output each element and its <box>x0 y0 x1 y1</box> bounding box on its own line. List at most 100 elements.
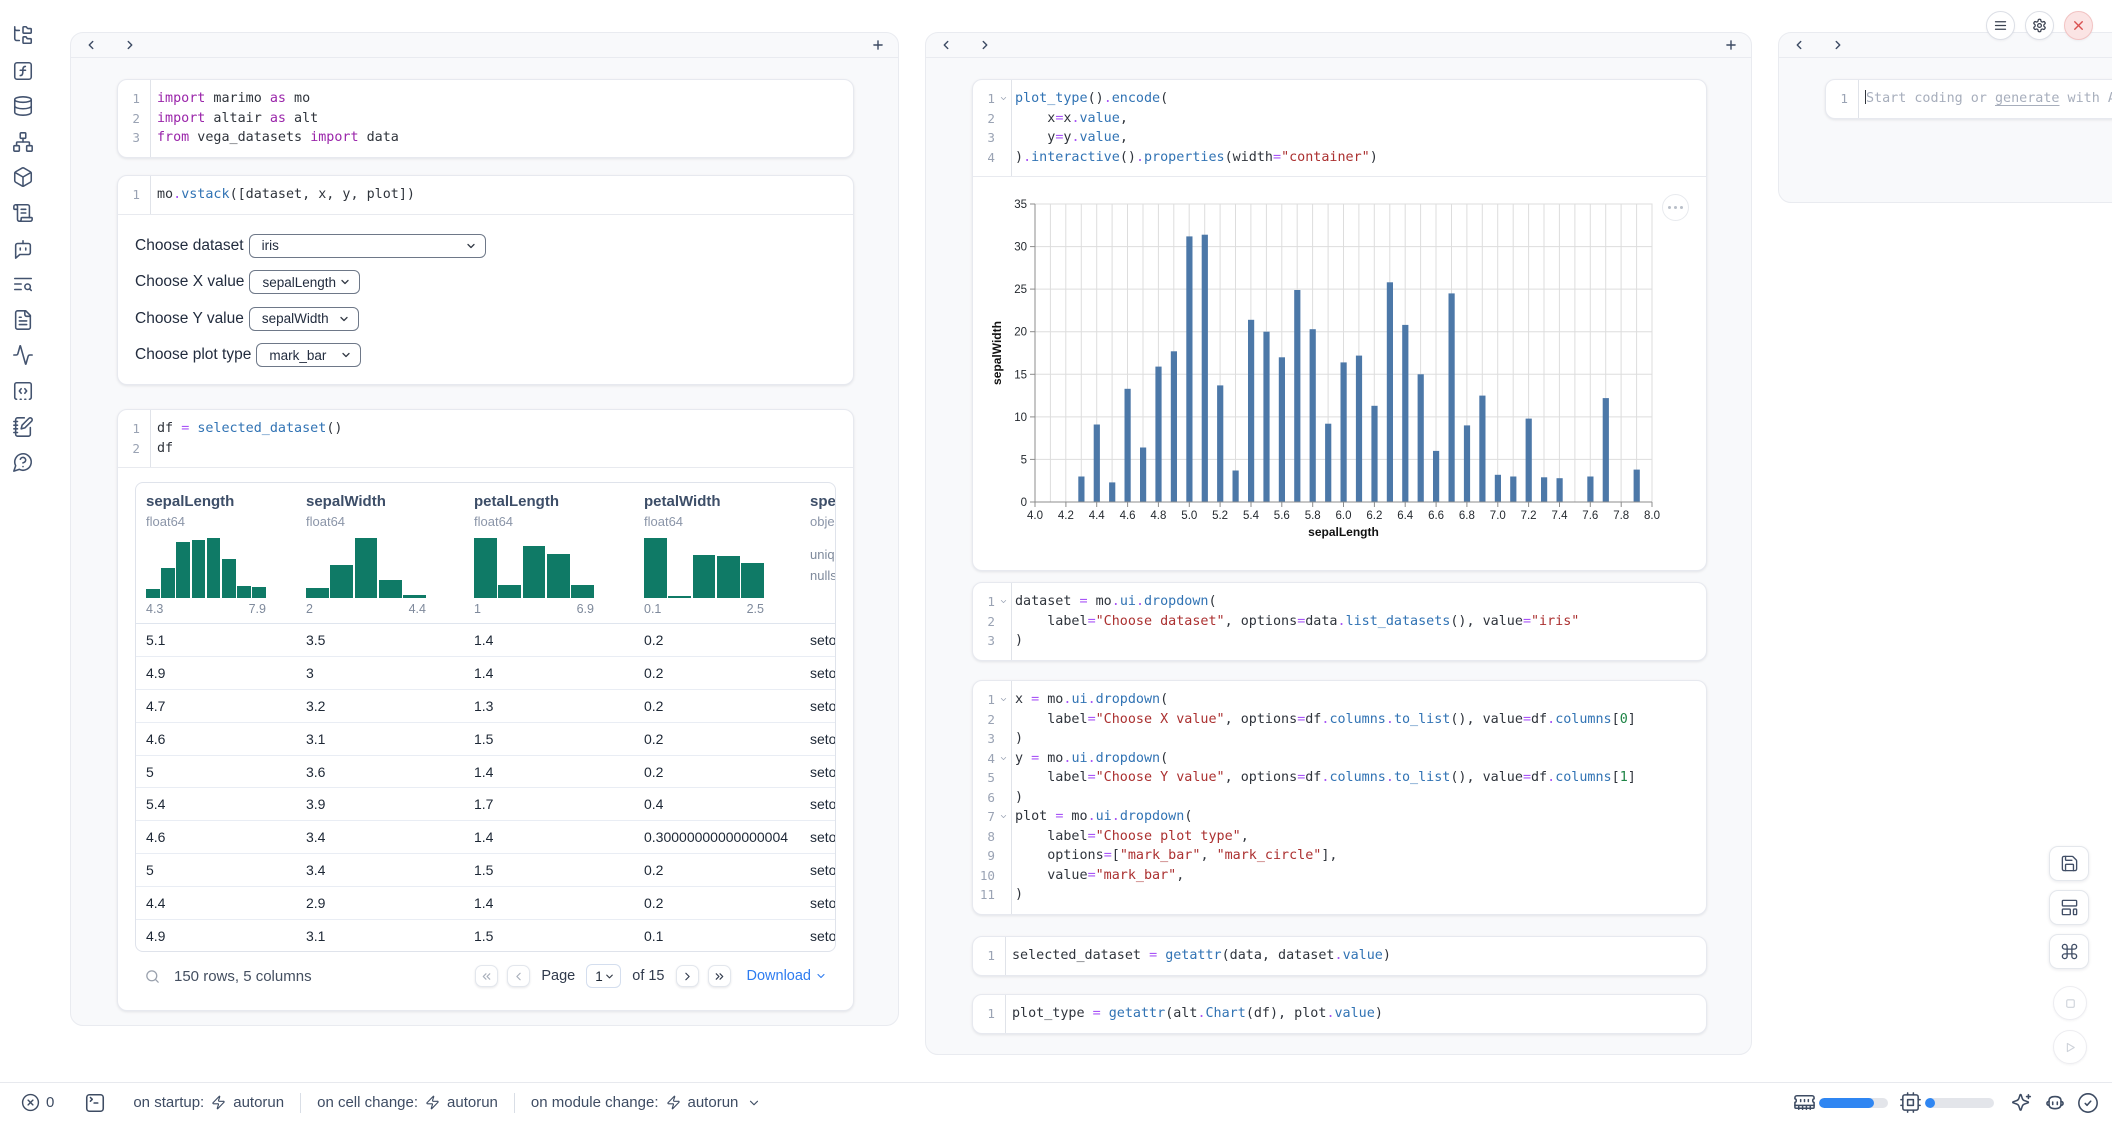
download-button[interactable]: Download <box>747 968 828 984</box>
errors-indicator[interactable]: 0 <box>21 1093 54 1112</box>
code-editor[interactable]: 1df = selected_dataset()2df <box>118 410 853 467</box>
code-editor[interactable]: 1import marimo as mo2import altair as al… <box>118 80 853 157</box>
table-row[interactable]: 4.93.11.50.1setosa <box>136 920 835 952</box>
code-text: ) <box>1012 631 1023 651</box>
table-column-header[interactable]: petalLengthfloat6416.9 <box>474 483 634 616</box>
generate-with-ai-link[interactable]: generate <box>1995 91 2060 106</box>
code-editor[interactable]: 1mo.vstack([dataset, x, y, plot]) <box>118 176 853 214</box>
run-button[interactable] <box>2053 1030 2087 1064</box>
vega-bar-chart[interactable]: 4.04.24.44.64.85.05.25.45.65.86.06.26.46… <box>990 192 1662 554</box>
snippets-code-icon[interactable] <box>12 380 34 402</box>
shutdown-button[interactable] <box>2064 11 2093 40</box>
database-icon[interactable] <box>12 95 34 117</box>
table-cell: 0.4 <box>644 788 663 820</box>
chat-bot-icon[interactable] <box>12 238 34 260</box>
notebook-cell-plot: 1plot_type().encode(2 x=x.value,3 y=y.va… <box>972 79 1707 571</box>
column-left-icon[interactable] <box>84 38 98 52</box>
table-column-header[interactable]: petalWidthfloat640.12.5 <box>644 483 804 616</box>
dropdown-select[interactable]: mark_bar <box>256 343 361 367</box>
table-row[interactable]: 53.41.50.2setosa <box>136 854 835 887</box>
table-row[interactable]: 5.43.91.70.4setosa <box>136 788 835 821</box>
prev-page-button[interactable] <box>507 965 530 987</box>
search-icon[interactable] <box>144 968 161 985</box>
code-editor[interactable]: 1plot_type = getattr(alt.Chart(df), plot… <box>973 995 1706 1033</box>
column-right-icon[interactable] <box>978 38 992 52</box>
on-startup-setting[interactable]: on startup: autorun <box>133 1094 284 1111</box>
logs-scroll-icon[interactable] <box>12 202 34 224</box>
notebook-cell-empty: 1Start coding or generate with AI <box>1825 79 2112 119</box>
packages-box-icon[interactable] <box>12 166 34 188</box>
fold-chevron-icon[interactable] <box>995 807 1011 827</box>
code-editor[interactable]: 1dataset = mo.ui.dropdown(2 label="Choos… <box>973 583 1706 660</box>
table-column-header[interactable]: sepalLengthfloat644.37.9 <box>146 483 306 616</box>
dropdown-select[interactable]: sepalWidth <box>249 307 359 331</box>
last-page-button[interactable] <box>708 965 731 987</box>
table-column-header[interactable]: speciesobjectunique:nulls: <box>810 483 836 586</box>
table-row[interactable]: 4.63.41.40.30000000000000004setosa <box>136 821 835 854</box>
table-cell: 4.7 <box>146 690 165 722</box>
on-module-change-setting[interactable]: on module change: autorun <box>531 1094 761 1111</box>
fold-chevron-icon[interactable] <box>995 749 1011 769</box>
terminal-button[interactable] <box>84 1092 106 1114</box>
save-icon <box>2060 854 2079 873</box>
first-page-button[interactable] <box>475 965 498 987</box>
column-left-icon[interactable] <box>1792 38 1806 52</box>
fold-chevron-icon[interactable] <box>995 592 1011 612</box>
column-histogram <box>146 538 266 598</box>
help-circle-icon[interactable] <box>12 451 34 473</box>
column-right-icon[interactable] <box>1831 38 1845 52</box>
table-row[interactable]: 4.42.91.40.2setosa <box>136 887 835 920</box>
layout-button[interactable] <box>2049 890 2089 925</box>
code-editor[interactable]: 1plot_type().encode(2 x=x.value,3 y=y.va… <box>973 80 1706 176</box>
column-left-icon[interactable] <box>939 38 953 52</box>
table-row[interactable]: 53.61.40.2setosa <box>136 756 835 789</box>
function-square-icon[interactable] <box>12 60 34 82</box>
next-page-button[interactable] <box>676 965 699 987</box>
table-cell: setosa <box>810 854 836 886</box>
check-circle-icon <box>2077 1092 2099 1114</box>
dropdown-select[interactable]: sepalLength <box>249 270 360 294</box>
table-row[interactable]: 5.13.51.40.2setosa <box>136 624 835 657</box>
scratchpad-notebook-icon[interactable] <box>12 416 34 438</box>
text-search-icon[interactable] <box>12 273 34 295</box>
table-row[interactable]: 4.931.40.2setosa <box>136 657 835 690</box>
table-column-header[interactable]: sepalWidthfloat6424.4 <box>306 483 466 616</box>
save-button[interactable] <box>2049 846 2089 881</box>
ai-assist-button[interactable] <box>2011 1092 2033 1114</box>
copilot-button[interactable] <box>2044 1092 2066 1114</box>
file-tree-icon[interactable] <box>12 24 34 46</box>
fold-chevron-icon[interactable] <box>995 690 1011 710</box>
marimo-app: 1import marimo as mo2import altair as al… <box>0 0 2112 1122</box>
column-right-icon[interactable] <box>123 38 137 52</box>
settings-button[interactable] <box>2025 11 2054 40</box>
table-row[interactable]: 4.73.21.30.2setosa <box>136 690 835 723</box>
table-row[interactable]: 4.63.11.50.2setosa <box>136 723 835 756</box>
command-palette-button[interactable] <box>2049 934 2089 969</box>
memory-gauge[interactable] <box>1793 1091 1888 1114</box>
connection-status-button[interactable] <box>2077 1092 2099 1114</box>
add-column-icon[interactable] <box>871 38 885 52</box>
code-text: dataset = mo.ui.dropdown( <box>1012 592 1217 612</box>
table-cell: 5.4 <box>146 788 165 820</box>
menu-button[interactable] <box>1986 11 2015 40</box>
fold-chevron-icon[interactable] <box>995 89 1011 109</box>
page-select[interactable]: 1 <box>586 964 621 988</box>
code-editor[interactable]: 1Start coding or generate with AI <box>1826 80 2112 118</box>
code-line: 4).interactive().properties(width="conta… <box>973 148 1706 168</box>
column-histogram <box>306 538 426 598</box>
stop-button[interactable] <box>2053 986 2087 1020</box>
on-cell-change-setting[interactable]: on cell change: autorun <box>317 1094 498 1111</box>
chevron-down-icon <box>465 240 477 252</box>
documentation-file-icon[interactable] <box>12 309 34 331</box>
column-1-header <box>71 33 898 58</box>
add-column-icon[interactable] <box>1724 38 1738 52</box>
tracing-activity-icon[interactable] <box>12 344 34 366</box>
chart-actions-button[interactable] <box>1662 194 1689 221</box>
code-editor[interactable]: 1x = mo.ui.dropdown(2 label="Choose X va… <box>973 681 1706 914</box>
dependencies-network-icon[interactable] <box>12 131 34 153</box>
code-editor[interactable]: 1selected_dataset = getattr(data, datase… <box>973 937 1706 975</box>
cpu-gauge[interactable] <box>1899 1091 1994 1114</box>
menu-icon <box>1993 18 2008 33</box>
dropdown-select[interactable]: iris <box>249 234 486 258</box>
table-cell: 3.4 <box>306 854 325 886</box>
